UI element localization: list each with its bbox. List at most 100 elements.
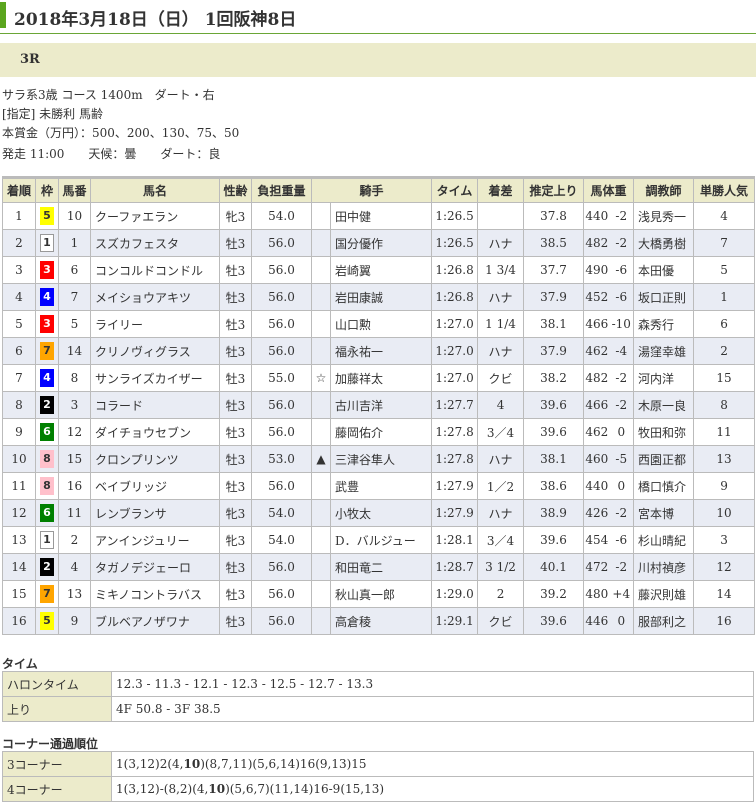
col-rank: 着順: [2, 176, 36, 203]
trainer-cell: 西園正都: [633, 445, 695, 473]
rank-cell: 3: [2, 256, 36, 284]
number-cell: 15: [58, 445, 91, 473]
rank-cell: 5: [2, 310, 36, 338]
sex-age-cell: 牝3: [219, 526, 252, 554]
jockey-cell: 小牧太: [329, 499, 433, 527]
mark-cell: [311, 553, 331, 581]
col-jockey: 騎手: [310, 176, 433, 203]
time-cell: 1:27.8: [431, 418, 479, 446]
number-cell: 11: [58, 499, 91, 527]
frame-cell: 4: [35, 283, 59, 311]
frame-badge: 2: [40, 558, 54, 576]
weight-cell: 56.0: [251, 580, 312, 608]
trainer-cell: 川村禎彦: [633, 553, 695, 581]
mark-cell: [311, 526, 331, 554]
weight-cell: 56.0: [251, 553, 312, 581]
weight-change-cell: 0: [609, 472, 635, 500]
popularity-cell: 8: [693, 391, 756, 419]
weight-change-cell: -2: [609, 202, 635, 230]
weight-cell: 56.0: [251, 418, 312, 446]
weight-cell: 53.0: [251, 445, 312, 473]
col-number: 馬番: [58, 176, 91, 203]
col-body-weight: 馬体重: [583, 176, 635, 203]
col-horse: 馬名: [90, 176, 220, 203]
sex-age-cell: 牡3: [219, 472, 252, 500]
corner-table: 3コーナー 1(3,12)2(4,10)(8,7,11)(5,6,14)16(9,…: [2, 751, 754, 802]
last3f-cell: 39.6: [523, 418, 585, 446]
weight-cell: 55.0: [251, 364, 312, 392]
sex-age-cell: 牡3: [219, 229, 252, 257]
rank-cell: 6: [2, 337, 36, 365]
popularity-cell: 12: [693, 553, 756, 581]
rank-cell: 11: [2, 472, 36, 500]
body-weight-cell: 466: [583, 391, 610, 419]
margin-cell: ハナ: [477, 283, 525, 311]
sex-age-cell: 牝3: [219, 499, 252, 527]
trainer-cell: 森秀行: [633, 310, 695, 338]
body-weight-cell: 462: [583, 418, 610, 446]
weight-cell: 56.0: [251, 310, 312, 338]
mark-cell: [311, 580, 331, 608]
horse-name-cell: ダイチョウセブン: [90, 418, 220, 446]
corner-heading: コーナー通過順位: [2, 737, 99, 751]
last3f-cell: 37.8: [523, 202, 585, 230]
sex-age-cell: 牡3: [219, 391, 252, 419]
last3f-cell: 39.6: [523, 391, 585, 419]
weight-change-cell: -4: [609, 337, 635, 365]
frame-badge: 3: [40, 261, 54, 279]
sex-age-cell: 牡3: [219, 283, 252, 311]
last3f-cell: 38.1: [523, 445, 585, 473]
table-row: 3 3 6 コンコルドコンドル 牡3 56.0 岩崎翼 1:26.8 1 3/4 37.7 490-…: [2, 256, 756, 284]
rank-cell: 1: [2, 202, 36, 230]
corner4-post: )(5,6,7)(11,14)16-9(15,13): [225, 782, 385, 796]
body-weight-cell: 460: [583, 445, 610, 473]
race-number: 3R: [20, 52, 40, 67]
body-weight-cell: 440: [583, 202, 610, 230]
table-row: 13 1 2 アンインジュリー 牝3 54.0 D．バルジュー 1:28.1 3／4 39.6 45…: [2, 526, 756, 554]
col-weight: 負担重量: [251, 176, 312, 203]
last3f-cell: 38.6: [523, 472, 585, 500]
mark-cell: [311, 283, 331, 311]
last3f-cell: 39.6: [523, 607, 585, 635]
body-weight-cell: 452: [583, 283, 610, 311]
horse-name-cell: サンライズカイザー: [90, 364, 220, 392]
weight-change-cell: -2: [609, 229, 635, 257]
last3f-cell: 38.2: [523, 364, 585, 392]
popularity-cell: 9: [693, 472, 756, 500]
weight-change-cell: -10: [609, 310, 635, 338]
time-cell: 1:27.9: [431, 472, 479, 500]
corner4-bold: 10: [208, 782, 226, 796]
number-cell: 3: [58, 391, 91, 419]
weight-cell: 56.0: [251, 607, 312, 635]
table-row: 7 4 8 サンライズカイザー 牡3 55.0 ☆ 加藤祥太 1:27.0 クビ 38.2 482 -2…: [2, 364, 756, 392]
trainer-cell: 浅見秀一: [633, 202, 695, 230]
time-cell: 1:27.9: [431, 499, 479, 527]
frame-badge: 1: [40, 234, 54, 252]
page-title: 2018年3月18日（日） 1回阪神8日: [14, 10, 297, 30]
mark-cell: [311, 229, 331, 257]
horse-name-cell: ライリー: [90, 310, 220, 338]
sex-age-cell: 牡3: [219, 337, 252, 365]
horse-name-cell: コラード: [90, 391, 220, 419]
last3f-cell: 39.6: [523, 526, 585, 554]
body-weight-cell: 482: [583, 229, 610, 257]
corner3-post: )(8,7,11)(5,6,14)16(9,13)15: [200, 757, 367, 771]
time-table: ハロンタイム 12.3 - 11.3 - 12.1 - 12.3 - 12.5 -…: [2, 671, 754, 722]
popularity-cell: 13: [693, 445, 756, 473]
last3f-cell: 39.2: [523, 580, 585, 608]
time-cell: 1:27.8: [431, 445, 479, 473]
col-margin: 着差: [477, 176, 525, 203]
number-cell: 2: [58, 526, 91, 554]
corner3-order: 1(3,12)2(4,10)(8,7,11)(5,6,14)16(9,13)15: [111, 751, 754, 777]
time-cell: 1:27.0: [431, 310, 479, 338]
frame-cell: 3: [35, 310, 59, 338]
sex-age-cell: 牡3: [219, 256, 252, 284]
weight-cell: 56.0: [251, 472, 312, 500]
trainer-cell: 杉山晴紀: [633, 526, 695, 554]
popularity-cell: 16: [693, 607, 756, 635]
horse-name-cell: ベイブリッジ: [90, 472, 220, 500]
jockey-cell: 武豊: [329, 472, 433, 500]
prize-money: 本賞金（万円）：500、200、130、75、50: [2, 126, 240, 140]
rank-cell: 7: [2, 364, 36, 392]
frame-cell: 5: [35, 202, 59, 230]
